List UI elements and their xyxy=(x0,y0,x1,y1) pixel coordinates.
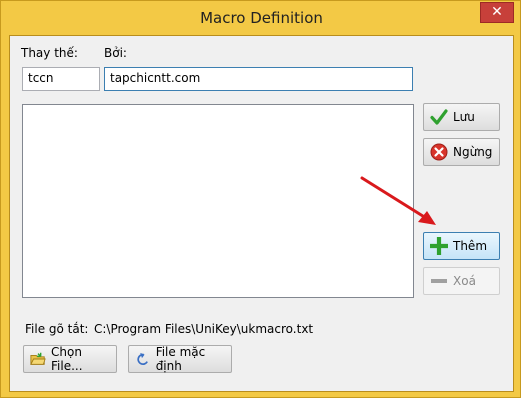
replace-label: Thay thế: xyxy=(21,46,78,60)
default-file-label: File mặc định xyxy=(155,345,206,373)
dialog-window: Macro Definition ✕ Thay thế: Bởi: tccn t… xyxy=(0,0,521,398)
choose-file-button[interactable]: Chọn File... xyxy=(23,345,117,373)
delete-button-label: Xoá xyxy=(453,274,476,288)
save-button-label: Lưu xyxy=(453,110,475,124)
red-x-icon xyxy=(430,143,448,161)
check-icon xyxy=(430,109,448,125)
window-title: Macro Definition xyxy=(200,9,323,27)
add-button-label: Thêm xyxy=(453,239,488,253)
replace-input[interactable]: tccn xyxy=(22,67,100,91)
default-file-button[interactable]: File mặc định xyxy=(128,345,232,373)
stop-button-label: Ngừng xyxy=(453,145,493,159)
undo-arrow-icon xyxy=(137,352,148,366)
minus-icon xyxy=(431,279,447,283)
with-input[interactable]: tapchicntt.com xyxy=(104,67,413,91)
file-path: C:\Program Files\UniKey\ukmacro.txt xyxy=(94,322,314,336)
plus-icon xyxy=(430,237,448,255)
add-button[interactable]: Thêm xyxy=(423,232,500,260)
delete-button[interactable]: Xoá xyxy=(423,267,500,295)
save-button[interactable]: Lưu xyxy=(423,103,500,131)
file-label: File gõ tắt: xyxy=(25,322,89,336)
folder-icon xyxy=(30,352,46,365)
annotation-arrow xyxy=(360,176,436,225)
with-label: Bởi: xyxy=(104,46,127,60)
close-button[interactable]: ✕ xyxy=(480,2,514,23)
choose-file-label: Chọn File... xyxy=(51,345,83,373)
title-bar[interactable]: Macro Definition ✕ xyxy=(1,1,521,35)
stop-button[interactable]: Ngừng xyxy=(423,138,500,166)
